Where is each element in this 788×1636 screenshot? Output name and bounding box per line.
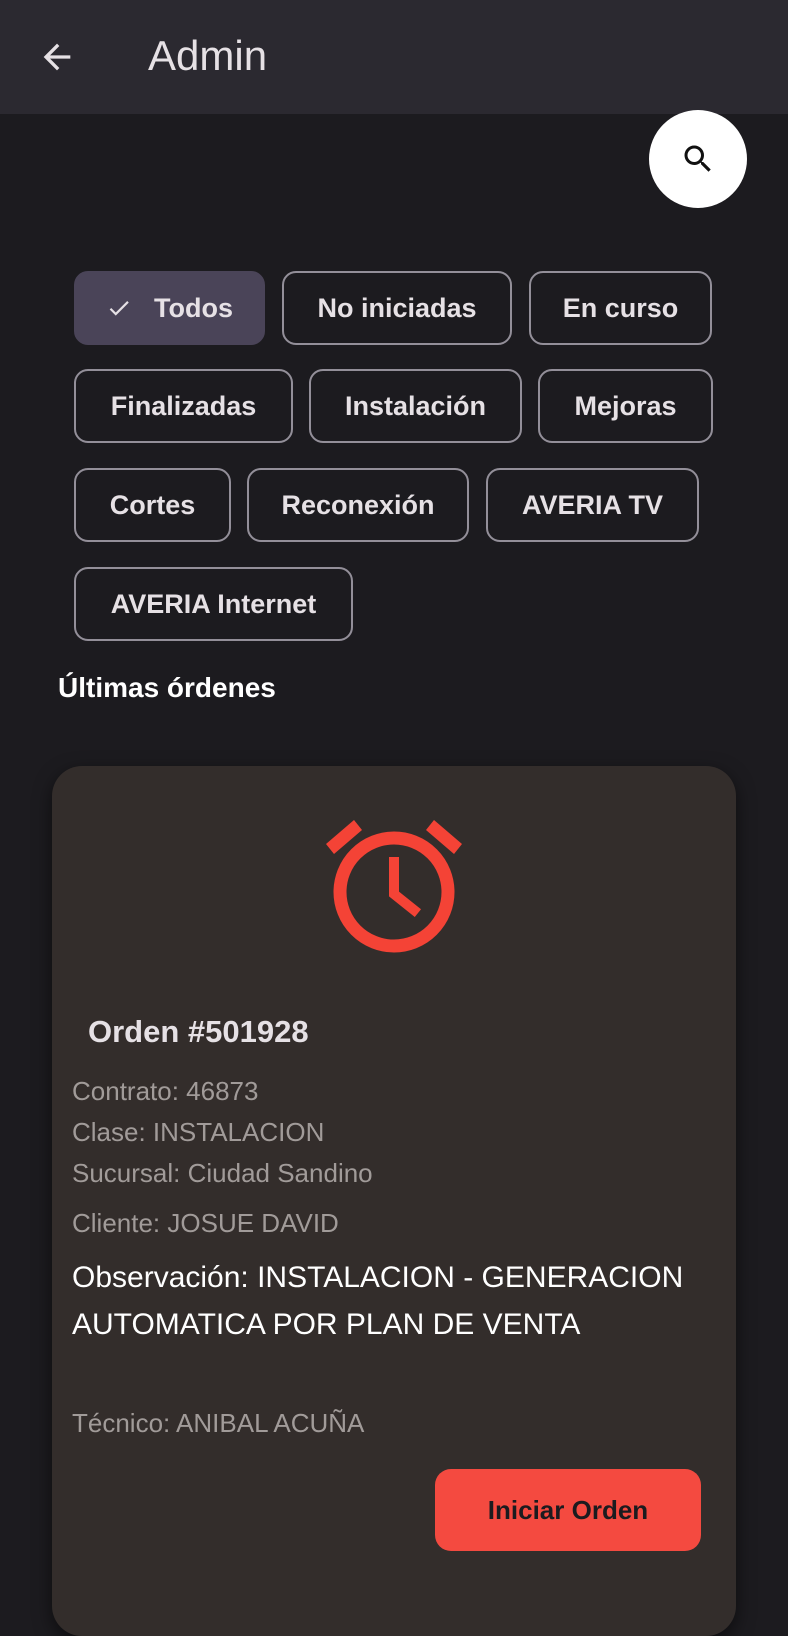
arrow-back-icon — [43, 43, 71, 71]
page-title: Admin — [148, 32, 268, 79]
filter-chip-label: Mejoras — [574, 390, 677, 421]
filter-chip-todos[interactable]: Todos — [74, 271, 265, 345]
filter-chip-label: Todos — [154, 292, 233, 323]
filter-chip-instalacion[interactable]: Instalación — [309, 369, 522, 443]
order-contract: Contrato: 46873 — [72, 1076, 259, 1106]
filter-chip-label: No iniciadas — [317, 292, 477, 323]
order-branch: Sucursal: Ciudad Sandino — [72, 1158, 373, 1188]
filter-chip-label: Instalación — [344, 390, 487, 421]
order-number: Orden #501928 — [88, 1014, 309, 1049]
app-bar: Admin — [0, 0, 788, 114]
search-icon — [684, 145, 711, 172]
order-class: Clase: INSTALACION — [72, 1117, 325, 1147]
order-observation: Observación: INSTALACION - GENERACION AU… — [72, 1261, 684, 1341]
filter-chip-label: En curso — [562, 292, 679, 323]
filter-chip-no-iniciadas[interactable]: No iniciadas — [282, 271, 512, 345]
start-order-button[interactable]: Iniciar Orden — [435, 1469, 701, 1551]
filter-chip-label: Cortes — [109, 489, 196, 520]
filter-chip-label: Reconexión — [281, 489, 435, 520]
order-technician: Técnico: ANIBAL ACUÑA — [72, 1408, 365, 1438]
filter-chip-label: AVERIA TV — [521, 489, 663, 520]
filter-chip-label: Finalizadas — [110, 390, 257, 421]
check-icon — [106, 295, 132, 321]
filter-chip-finalizadas[interactable]: Finalizadas — [74, 369, 293, 443]
section-title: Últimas órdenes — [58, 672, 276, 703]
filter-chip-reconexion[interactable]: Reconexión — [247, 468, 469, 542]
filter-chip-en-curso[interactable]: En curso — [529, 271, 712, 345]
filter-chip-averia-tv[interactable]: AVERIA TV — [486, 468, 699, 542]
filter-chip-cortes[interactable]: Cortes — [74, 468, 231, 542]
filter-chip-label: AVERIA Internet — [110, 588, 317, 619]
order-client: Cliente: JOSUE DAVID — [72, 1208, 339, 1238]
search-button[interactable] — [649, 110, 747, 208]
order-card: Orden #501928 Contrato: 46873 Clase: INS… — [52, 766, 736, 1636]
back-button[interactable] — [24, 24, 90, 90]
filter-chip-averia-internet[interactable]: AVERIA Internet — [74, 567, 353, 641]
filter-chip-mejoras[interactable]: Mejoras — [538, 369, 713, 443]
alarm-clock-icon — [326, 820, 462, 953]
